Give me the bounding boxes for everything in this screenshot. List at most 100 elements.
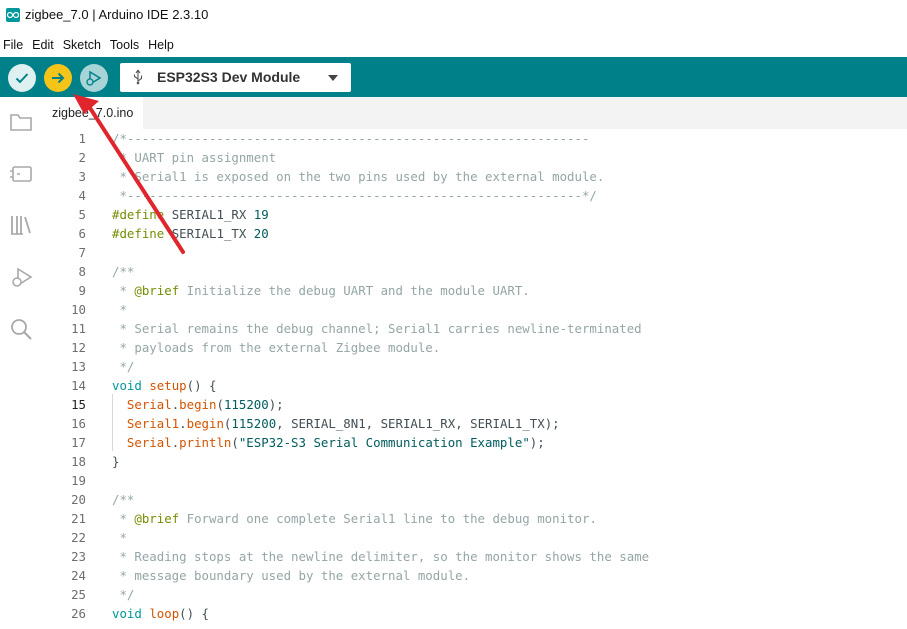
code-token: @brief bbox=[134, 283, 180, 298]
menu-edit[interactable]: Edit bbox=[29, 38, 60, 52]
code-line: 4 *-------------------------------------… bbox=[44, 186, 907, 205]
code-token: void bbox=[112, 606, 150, 621]
debug-sidebar-icon[interactable] bbox=[7, 263, 35, 291]
code-token: /** bbox=[112, 492, 135, 507]
line-number: 15 bbox=[71, 397, 86, 412]
code-line: 6 #define SERIAL1_TX 20 bbox=[44, 224, 907, 243]
code-token: ( bbox=[231, 435, 239, 450]
checkmark-icon bbox=[15, 73, 29, 84]
code-text: /*--------------------------------------… bbox=[112, 129, 589, 148]
code-line: 9 * @brief Initialize the debug UART and… bbox=[44, 281, 907, 300]
code-line: 2 * UART pin assignment bbox=[44, 148, 907, 167]
line-number: 19 bbox=[71, 473, 86, 488]
line-number: 21 bbox=[71, 511, 86, 526]
code-line: 15 Serial.begin(115200); bbox=[44, 395, 907, 414]
code-text: * UART pin assignment bbox=[112, 148, 276, 167]
board-manager-icon[interactable] bbox=[7, 160, 35, 188]
code-token: Initialize the debug UART and the module… bbox=[179, 283, 530, 298]
debug-button[interactable] bbox=[80, 64, 108, 92]
code-line: 20 /** bbox=[44, 490, 907, 509]
code-text: #define SERIAL1_TX 20 bbox=[112, 224, 269, 243]
code-line: 25 */ bbox=[44, 585, 907, 604]
code-token: * bbox=[112, 530, 127, 545]
code-token: 115200 bbox=[231, 416, 277, 431]
code-text: } bbox=[112, 452, 119, 471]
line-number: 8 bbox=[78, 264, 86, 279]
code-text: /** bbox=[112, 262, 134, 281]
code-line: 18} bbox=[44, 452, 907, 471]
verify-button[interactable] bbox=[8, 64, 36, 92]
code-text: * Reading stops at the newline delimiter… bbox=[112, 547, 649, 566]
code-token: Serial bbox=[112, 435, 172, 450]
toolbar: ESP32S3 Dev Module bbox=[0, 57, 907, 97]
code-editor[interactable]: 1 /*-------------------------------------… bbox=[44, 129, 907, 629]
code-text: *---------------------------------------… bbox=[112, 186, 597, 205]
menu-bar: File Edit Sketch Tools Help bbox=[0, 32, 907, 57]
line-number: 10 bbox=[71, 302, 86, 317]
code-line: 19 bbox=[44, 471, 907, 490]
code-line: 10 * bbox=[44, 300, 907, 319]
code-line: 24 * message boundary used by the extern… bbox=[44, 566, 907, 585]
menu-tools[interactable]: Tools bbox=[107, 38, 145, 52]
code-text: * @brief Forward one complete Serial1 li… bbox=[112, 509, 596, 528]
code-token: @brief bbox=[134, 511, 180, 526]
search-icon[interactable] bbox=[7, 315, 35, 343]
code-token: * UART pin assignment bbox=[112, 150, 277, 165]
folder-icon[interactable] bbox=[7, 108, 35, 136]
usb-icon bbox=[133, 69, 143, 85]
board-selector[interactable]: ESP32S3 Dev Module bbox=[120, 63, 351, 92]
line-number: 25 bbox=[71, 587, 86, 602]
line-number: 14 bbox=[71, 378, 86, 393]
code-token: begin bbox=[179, 397, 217, 412]
code-token: */ bbox=[112, 359, 135, 374]
code-line: 26 void loop() { bbox=[44, 604, 907, 623]
code-token: Serial bbox=[112, 397, 172, 412]
line-number: 16 bbox=[71, 416, 86, 431]
code-line: 12 * payloads from the external Zigbee m… bbox=[44, 338, 907, 357]
arrow-right-icon bbox=[52, 72, 65, 84]
line-number: 23 bbox=[71, 549, 86, 564]
line-number: 7 bbox=[78, 245, 86, 260]
code-token: Serial1 bbox=[112, 416, 180, 431]
code-text: #define SERIAL1_RX 19 bbox=[112, 205, 269, 224]
code-text: * payloads from the external Zigbee modu… bbox=[112, 338, 440, 357]
line-number: 22 bbox=[71, 530, 86, 545]
menu-sketch[interactable]: Sketch bbox=[60, 38, 107, 52]
code-text: */ bbox=[112, 585, 134, 604]
code-token: #define bbox=[112, 226, 172, 241]
code-text: void loop() { bbox=[112, 604, 209, 623]
code-token: loop bbox=[149, 606, 180, 621]
code-text: * message boundary used by the external … bbox=[112, 566, 470, 585]
code-text: * Serial1 is exposed on the two pins use… bbox=[112, 167, 604, 186]
code-token: * Serial remains the debug channel; Seri… bbox=[112, 321, 642, 336]
upload-button[interactable] bbox=[44, 64, 72, 92]
code-text: Serial1.begin(115200, SERIAL_8N1, SERIAL… bbox=[112, 414, 560, 433]
code-line: 21 * @brief Forward one complete Serial1… bbox=[44, 509, 907, 528]
code-token: * bbox=[112, 283, 135, 298]
line-number: 17 bbox=[71, 435, 86, 450]
line-number: 4 bbox=[78, 188, 86, 203]
code-token: () { bbox=[186, 378, 217, 393]
code-token: * Serial1 is exposed on the two pins use… bbox=[112, 169, 605, 184]
menu-file[interactable]: File bbox=[0, 38, 29, 52]
code-token: } bbox=[112, 454, 120, 469]
code-text: * @brief Initialize the debug UART and t… bbox=[112, 281, 530, 300]
code-text: * bbox=[112, 528, 127, 547]
line-number: 13 bbox=[71, 359, 86, 374]
code-token: *---------------------------------------… bbox=[112, 188, 597, 203]
tab-sketch-file[interactable]: zigbee_7.0.ino bbox=[44, 97, 143, 129]
chevron-down-icon bbox=[328, 75, 338, 81]
library-manager-icon[interactable] bbox=[7, 211, 35, 239]
code-token: * payloads from the external Zigbee modu… bbox=[112, 340, 441, 355]
line-number: 18 bbox=[71, 454, 86, 469]
code-line: 8 /** bbox=[44, 262, 907, 281]
code-line: 1 /*-------------------------------------… bbox=[44, 129, 907, 148]
code-token: setup bbox=[149, 378, 187, 393]
line-number: 24 bbox=[71, 568, 86, 583]
menu-help[interactable]: Help bbox=[145, 38, 180, 52]
line-number: 11 bbox=[71, 321, 86, 336]
sidebar bbox=[0, 97, 45, 629]
code-token: 19 bbox=[253, 207, 269, 222]
code-token: , SERIAL_8N1, SERIAL1_RX, SERIAL1_TX); bbox=[276, 416, 560, 431]
code-line: 16 Serial1.begin(115200, SERIAL_8N1, SER… bbox=[44, 414, 907, 433]
